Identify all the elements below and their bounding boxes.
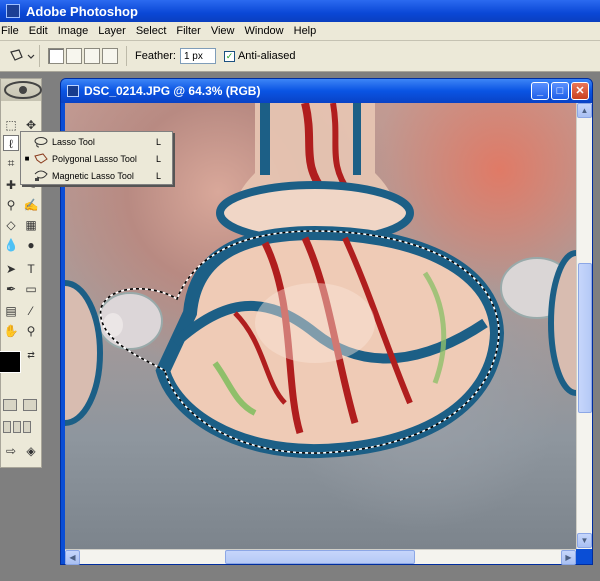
hand-tool-icon[interactable]: ✋	[3, 323, 19, 339]
menu-help[interactable]: Help	[289, 25, 322, 37]
menu-file[interactable]: File	[0, 25, 24, 37]
lasso-tool-icon[interactable]: ℓ	[3, 135, 19, 151]
options-bar: Feather: ✓ Anti-aliased	[0, 41, 600, 72]
flyout-item-lasso[interactable]: Lasso Tool L	[21, 133, 172, 150]
pen-tool-icon[interactable]: ✒	[3, 281, 19, 297]
menu-layer[interactable]: Layer	[93, 25, 131, 37]
adobe-eye-logo	[4, 81, 42, 99]
notes-tool-icon[interactable]: ▤	[3, 303, 19, 319]
zoom-tool-icon[interactable]: ⚲	[23, 323, 39, 339]
antialias-label: Anti-aliased	[237, 50, 296, 62]
lasso-tool-flyout: Lasso Tool L ■ Polygonal Lasso Tool L Ma…	[20, 131, 173, 185]
scroll-right-icon[interactable]: ▶	[561, 550, 576, 565]
restore-button[interactable]: □	[551, 82, 569, 100]
app-titlebar: Adobe Photoshop	[0, 0, 600, 22]
menu-image[interactable]: Image	[53, 25, 94, 37]
scroll-down-icon[interactable]: ▼	[577, 533, 592, 548]
tool-preset-picker[interactable]	[4, 45, 40, 67]
app-title: Adobe Photoshop	[26, 3, 138, 19]
document-titlebar[interactable]: DSC_0214.JPG @ 64.3% (RGB)	[61, 79, 592, 103]
eraser-tool-icon[interactable]: ◇	[3, 217, 19, 233]
flyout-shortcut: L	[156, 170, 162, 181]
toolbox-header	[1, 79, 42, 101]
shape-tool-icon[interactable]: ▭	[23, 281, 39, 297]
document-icon	[67, 85, 79, 97]
horizontal-scrollbar[interactable]: ◀ ▶	[65, 549, 576, 565]
horizontal-scroll-thumb[interactable]	[225, 550, 415, 564]
screen-mode-full-button[interactable]	[23, 421, 31, 433]
swap-colors-icon[interactable]: ⇄	[23, 347, 39, 363]
flyout-item-polygonal-lasso[interactable]: ■ Polygonal Lasso Tool L	[21, 150, 172, 167]
add-to-selection-button[interactable]	[66, 48, 82, 64]
foreground-color-swatch[interactable]	[0, 351, 21, 373]
subtract-from-selection-button[interactable]	[84, 48, 100, 64]
flyout-label: Lasso Tool	[52, 136, 95, 147]
standard-mode-button[interactable]	[3, 399, 17, 411]
menu-view[interactable]: View	[206, 25, 240, 37]
feather-input[interactable]	[179, 48, 216, 64]
imageready-icon[interactable]: ◈	[23, 443, 39, 459]
polygonal-lasso-icon	[34, 152, 48, 164]
quick-mask-button[interactable]	[23, 399, 37, 411]
magnetic-lasso-icon	[34, 170, 48, 181]
menu-select[interactable]: Select	[131, 25, 172, 37]
flyout-shortcut: L	[156, 136, 162, 147]
menu-window[interactable]: Window	[240, 25, 289, 37]
document-title: DSC_0214.JPG @ 64.3% (RGB)	[84, 84, 261, 98]
gradient-tool-icon[interactable]: ▦	[23, 217, 39, 233]
feather-label: Feather:	[135, 50, 176, 62]
type-tool-icon[interactable]: T	[23, 261, 39, 277]
menu-filter[interactable]: Filter	[171, 25, 205, 37]
minimize-button[interactable]: _	[531, 82, 549, 100]
menu-bar: File Edit Image Layer Select Filter View…	[0, 22, 600, 41]
new-selection-button[interactable]	[48, 48, 64, 64]
jump-to-imageready-icon[interactable]: ⇨	[3, 443, 19, 459]
close-button[interactable]: ✕	[571, 82, 589, 100]
scroll-up-icon[interactable]: ▲	[577, 103, 592, 118]
intersect-selection-button[interactable]	[102, 48, 118, 64]
screen-mode-full-menu-button[interactable]	[13, 421, 21, 433]
antialias-toggle[interactable]: ✓ Anti-aliased	[223, 50, 296, 62]
eyedropper-icon[interactable]: ⁄	[23, 303, 39, 319]
flyout-item-magnetic-lasso[interactable]: Magnetic Lasso Tool L	[21, 167, 172, 184]
selection-mode-group	[48, 48, 118, 64]
path-selection-icon[interactable]: ➤	[3, 261, 19, 277]
marquee-tool-icon[interactable]: ⬚	[3, 117, 19, 133]
vertical-scrollbar[interactable]: ▲ ▼	[576, 103, 592, 549]
dodge-tool-icon[interactable]: ●	[23, 237, 39, 253]
healing-brush-icon[interactable]: ✚	[3, 177, 19, 193]
flyout-label: Magnetic Lasso Tool	[52, 170, 134, 181]
history-brush-icon[interactable]: ✍	[23, 197, 39, 213]
antialias-checkbox[interactable]: ✓	[223, 50, 235, 62]
blur-tool-icon[interactable]: 💧	[3, 237, 19, 253]
divider	[126, 46, 127, 66]
clone-stamp-icon[interactable]: ⚲	[3, 197, 19, 213]
vertical-scroll-thumb[interactable]	[578, 263, 592, 413]
lasso-icon	[34, 136, 48, 147]
flyout-shortcut: L	[156, 153, 162, 164]
menu-edit[interactable]: Edit	[24, 25, 53, 37]
crop-tool-icon[interactable]: ⌗	[3, 155, 19, 171]
photoshop-app-icon	[6, 4, 20, 18]
polygonal-lasso-icon	[9, 49, 34, 61]
flyout-label: Polygonal Lasso Tool	[52, 153, 137, 164]
scroll-left-icon[interactable]: ◀	[65, 550, 80, 565]
screen-mode-standard-button[interactable]	[3, 421, 11, 433]
selected-marker: ■	[24, 154, 30, 163]
